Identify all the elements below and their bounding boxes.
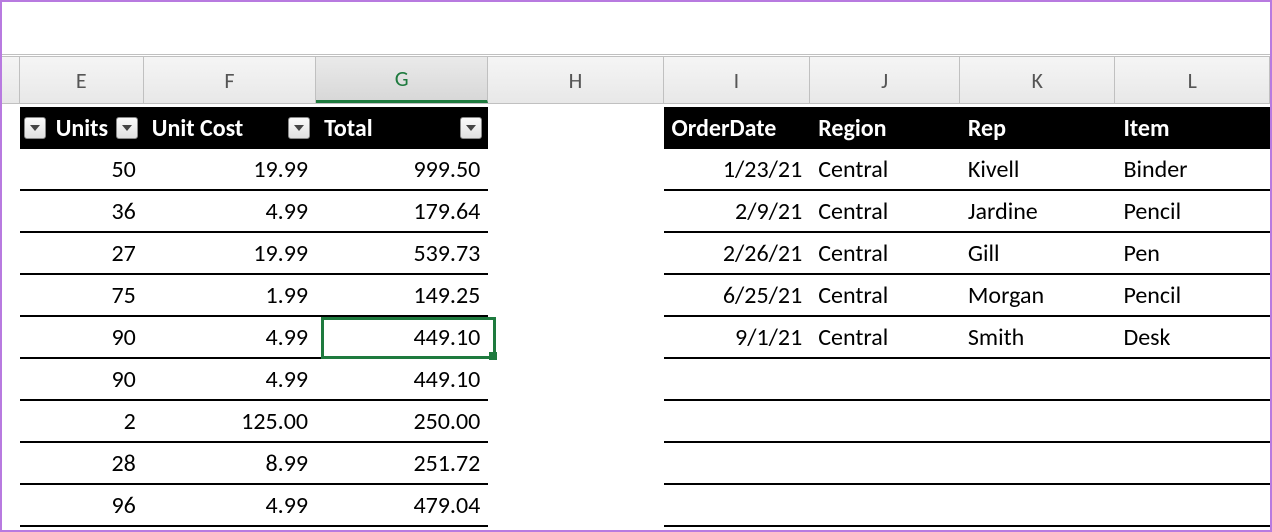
cell-orderdate[interactable] [664, 359, 811, 401]
cell-item[interactable] [1115, 359, 1270, 401]
filter-icon[interactable] [460, 117, 482, 139]
cell-region[interactable]: Central [810, 275, 960, 317]
cell-empty[interactable] [488, 233, 663, 275]
cell-empty[interactable] [488, 401, 663, 443]
table-header-item[interactable]: Item [1115, 107, 1270, 149]
cell-total[interactable]: 539.73 [316, 233, 488, 275]
cell-total[interactable]: 449.10 [316, 317, 488, 359]
cell-orderdate[interactable]: 1/23/21 [664, 149, 811, 191]
cell-unitcost[interactable]: 4.99 [144, 317, 316, 359]
cell-unitcost[interactable]: 4.99 [144, 485, 316, 527]
cell-region[interactable]: Central [810, 191, 960, 233]
cell-rep[interactable]: Kivell [960, 149, 1116, 191]
cell-units[interactable]: 90 [20, 359, 144, 401]
cell-empty[interactable] [488, 485, 663, 527]
cell-item[interactable] [1115, 443, 1270, 485]
col-header-I[interactable]: I [664, 57, 811, 103]
cell-empty[interactable] [488, 317, 663, 359]
cell-rep[interactable]: Morgan [960, 275, 1116, 317]
cell-rep[interactable] [960, 485, 1116, 527]
cell-region[interactable] [810, 443, 960, 485]
table-header-rep[interactable]: Rep [960, 107, 1116, 149]
col-header-J[interactable]: J [810, 57, 960, 103]
cell-orderdate[interactable]: 2/26/21 [664, 233, 811, 275]
cell-rep[interactable] [960, 443, 1116, 485]
cell-rep[interactable]: Smith [960, 317, 1116, 359]
table-header-unitcost[interactable]: Unit Cost [144, 107, 316, 149]
cell-orderdate[interactable]: 9/1/21 [664, 317, 811, 359]
cell-units[interactable]: 90 [20, 317, 144, 359]
cell-units[interactable]: 36 [20, 191, 144, 233]
cell-unitcost[interactable]: 8.99 [144, 443, 316, 485]
filter-icon[interactable] [288, 117, 310, 139]
spreadsheet-grid[interactable]: Units Unit Cost Total OrderDate Region R… [2, 107, 1270, 530]
table-header-orderdate[interactable]: OrderDate [664, 107, 811, 149]
cell-unitcost[interactable]: 19.99 [144, 233, 316, 275]
cell-orderdate[interactable] [664, 485, 811, 527]
cell-item[interactable]: Pen [1115, 233, 1270, 275]
col-header-F[interactable]: F [144, 57, 316, 103]
cell-item[interactable]: Binder [1115, 149, 1270, 191]
cell-orderdate[interactable] [664, 443, 811, 485]
cell-unitcost[interactable]: 4.99 [144, 359, 316, 401]
cell-total[interactable]: 449.10 [316, 359, 488, 401]
cell-units[interactable]: 28 [20, 443, 144, 485]
cell-empty[interactable] [488, 149, 663, 191]
cell-units[interactable]: 50 [20, 149, 144, 191]
col-header-K[interactable]: K [960, 57, 1116, 103]
cell-item[interactable]: Pencil [1115, 191, 1270, 233]
filter-icon[interactable] [116, 117, 138, 139]
cell-region[interactable] [810, 401, 960, 443]
cell-units[interactable]: 75 [20, 275, 144, 317]
cell-empty[interactable] [488, 191, 663, 233]
cell-units[interactable]: 96 [20, 485, 144, 527]
cell-item[interactable] [1115, 401, 1270, 443]
cell-rep[interactable]: Jardine [960, 191, 1116, 233]
cell-region[interactable] [810, 359, 960, 401]
cell-unitcost[interactable]: 1.99 [144, 275, 316, 317]
cell-unitcost[interactable]: 4.99 [144, 191, 316, 233]
cell-region[interactable] [810, 485, 960, 527]
cell-empty[interactable] [488, 275, 663, 317]
column-headers: E F G H I J K L [2, 57, 1270, 104]
cell-units[interactable]: 27 [20, 233, 144, 275]
cell-rep[interactable]: Gill [960, 233, 1116, 275]
col-header-L[interactable]: L [1115, 57, 1270, 103]
cell-units[interactable]: 2 [20, 401, 144, 443]
cell-orderdate[interactable]: 6/25/21 [664, 275, 811, 317]
cell-total[interactable]: 479.04 [316, 485, 488, 527]
formula-bar-area[interactable] [2, 2, 1270, 57]
cell-rep[interactable] [960, 401, 1116, 443]
cell-total[interactable]: 179.64 [316, 191, 488, 233]
cell-rep[interactable] [960, 359, 1116, 401]
cell-item[interactable] [1115, 485, 1270, 527]
cell-region[interactable]: Central [810, 317, 960, 359]
cell-region[interactable]: Central [810, 233, 960, 275]
cell-total[interactable]: 999.50 [316, 149, 488, 191]
cell-unitcost[interactable]: 19.99 [144, 149, 316, 191]
cell-item[interactable]: Desk [1115, 317, 1270, 359]
cell-unitcost[interactable]: 125.00 [144, 401, 316, 443]
cell-orderdate[interactable]: 2/9/21 [664, 191, 811, 233]
cell-total[interactable]: 250.00 [316, 401, 488, 443]
table-header-units[interactable]: Units [20, 107, 144, 149]
col-header-E[interactable]: E [20, 57, 144, 103]
cell-region[interactable]: Central [810, 149, 960, 191]
col-header-H[interactable]: H [488, 57, 663, 103]
cell-total[interactable]: 251.72 [316, 443, 488, 485]
cell-orderdate[interactable] [664, 401, 811, 443]
table-header-region[interactable]: Region [810, 107, 960, 149]
cell-total[interactable]: 149.25 [316, 275, 488, 317]
cell-item[interactable]: Pencil [1115, 275, 1270, 317]
cell-empty[interactable] [488, 107, 663, 149]
table-header-total[interactable]: Total [316, 107, 488, 149]
filter-icon[interactable] [24, 117, 46, 139]
cell-empty[interactable] [488, 359, 663, 401]
cell-empty[interactable] [488, 443, 663, 485]
col-header-G[interactable]: G [316, 57, 488, 103]
